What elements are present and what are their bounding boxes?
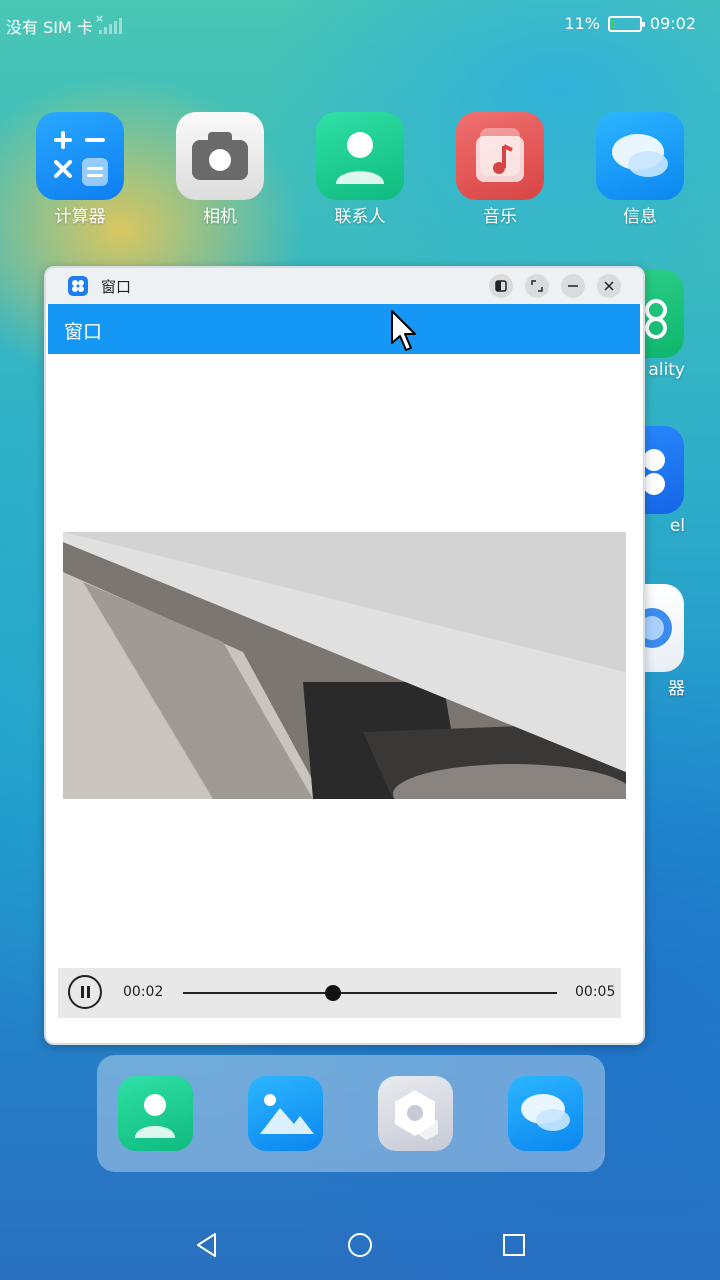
seek-bar[interactable] xyxy=(183,985,557,1001)
app-label: 音乐 xyxy=(483,207,517,227)
current-time: 00:02 xyxy=(123,984,164,1000)
signal-icon: × xyxy=(95,12,122,34)
no-sim-mark: × xyxy=(94,12,105,25)
mouse-cursor-icon xyxy=(391,310,416,351)
music-icon xyxy=(456,112,544,200)
video-frame[interactable] xyxy=(63,532,626,799)
close-icon xyxy=(604,281,614,291)
app-bar: 窗口 xyxy=(48,304,640,354)
window-app-icon xyxy=(68,276,88,296)
app-label: 联系人 xyxy=(334,207,386,227)
app-music[interactable]: 音乐 xyxy=(455,112,545,227)
maximize-icon xyxy=(531,280,543,292)
clock: 09:02 xyxy=(649,14,696,33)
battery-fill xyxy=(610,18,614,29)
app-calculator[interactable]: 计算器 xyxy=(35,112,125,227)
split-icon xyxy=(495,280,507,292)
recents-icon[interactable] xyxy=(502,1233,526,1257)
split-button[interactable] xyxy=(489,274,513,298)
camera-icon xyxy=(176,112,264,200)
maximize-button[interactable] xyxy=(525,274,549,298)
app-label: 计算器 xyxy=(54,207,106,227)
minimize-icon xyxy=(568,285,578,287)
dock-contacts-icon[interactable] xyxy=(118,1076,193,1151)
minimize-button[interactable] xyxy=(561,274,585,298)
app-contacts[interactable]: 联系人 xyxy=(315,112,405,227)
home-icon[interactable] xyxy=(347,1232,373,1258)
status-bar: 没有 SIM 卡 × 11% 09:02 xyxy=(0,0,720,48)
window-title: 窗口 xyxy=(101,278,132,296)
dock-messages-icon[interactable] xyxy=(508,1076,583,1151)
app-bar-title: 窗口 xyxy=(64,321,103,343)
app-label: 相机 xyxy=(203,207,237,227)
status-left: 没有 SIM 卡 × xyxy=(6,12,122,38)
total-time: 00:05 xyxy=(575,984,616,1000)
window-titlebar[interactable]: 窗口 xyxy=(46,268,643,304)
seek-thumb[interactable] xyxy=(324,985,341,1001)
app-messages[interactable]: 信息 xyxy=(595,112,685,227)
dock xyxy=(97,1055,605,1172)
carrier-text: 没有 SIM 卡 xyxy=(6,18,93,37)
calculator-icon xyxy=(36,112,124,200)
app-camera[interactable]: 相机 xyxy=(175,112,265,227)
pause-button[interactable] xyxy=(68,975,102,1009)
battery-percent: 11% xyxy=(564,14,600,33)
player-controls: 00:02 00:05 xyxy=(58,968,621,1018)
navigation-bar xyxy=(0,1210,720,1280)
back-icon[interactable] xyxy=(195,1232,219,1258)
floating-window[interactable]: 窗口 窗口 00:02 00:05 xyxy=(44,266,645,1045)
status-right: 11% 09:02 xyxy=(564,14,696,33)
dock-settings-icon[interactable] xyxy=(378,1076,453,1151)
battery-icon xyxy=(607,15,645,32)
contacts-icon xyxy=(316,112,404,200)
app-label: 信息 xyxy=(623,207,657,227)
dock-gallery-icon[interactable] xyxy=(248,1076,323,1151)
messages-icon xyxy=(596,112,684,200)
close-button[interactable] xyxy=(597,274,621,298)
